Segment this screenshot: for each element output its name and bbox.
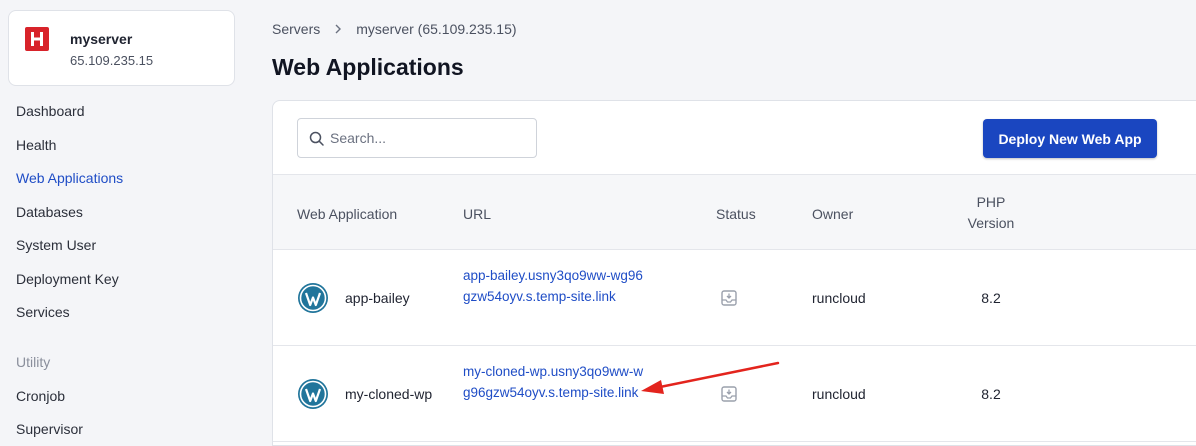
deploy-new-web-app-button[interactable]: Deploy New Web App bbox=[983, 119, 1157, 158]
table-row[interactable]: app-bailey app-bailey.usny3qo9ww-wg96gzw… bbox=[273, 250, 1196, 346]
app-url-link[interactable]: app-bailey.usny3qo9ww-wg96gzw54oyv.s.tem… bbox=[463, 266, 648, 307]
table-header: Web Application URL Status Owner PHP Ver… bbox=[273, 174, 1196, 250]
web-apps-panel: Deploy New Web App Web Application URL S… bbox=[272, 100, 1196, 446]
header-php-line1: PHP bbox=[976, 194, 1006, 210]
server-ip: 65.109.235.15 bbox=[70, 53, 154, 68]
wordpress-icon bbox=[298, 379, 328, 409]
app-owner: runcloud bbox=[812, 290, 866, 306]
wordpress-icon bbox=[298, 283, 328, 313]
search-icon bbox=[309, 131, 324, 146]
sidebar-item-web-applications[interactable]: Web Applications bbox=[16, 170, 123, 186]
status-icon bbox=[721, 290, 737, 306]
sidebar-item-databases[interactable]: Databases bbox=[16, 204, 83, 220]
app-php-version: 8.2 bbox=[981, 386, 1001, 402]
search-input[interactable] bbox=[330, 120, 530, 156]
header-php-line2: Version bbox=[967, 215, 1015, 231]
sidebar-item-dashboard[interactable]: Dashboard bbox=[16, 103, 85, 119]
server-logo-icon bbox=[25, 27, 49, 51]
status-icon bbox=[721, 386, 737, 402]
header-owner[interactable]: Owner bbox=[812, 206, 853, 222]
app-name[interactable]: app-bailey bbox=[345, 290, 410, 306]
sidebar-item-deployment-key[interactable]: Deployment Key bbox=[16, 271, 119, 287]
page-title: Web Applications bbox=[272, 54, 464, 80]
app-name[interactable]: my-cloned-wp bbox=[345, 386, 432, 402]
breadcrumb: Servers myserver (65.109.235.15) bbox=[272, 21, 517, 37]
sidebar-item-health[interactable]: Health bbox=[16, 137, 56, 153]
header-php-version[interactable]: PHP Version bbox=[953, 194, 1029, 231]
sidebar-item-system-user[interactable]: System User bbox=[16, 237, 96, 253]
sidebar-item-supervisor[interactable]: Supervisor bbox=[16, 421, 83, 437]
app-php-version: 8.2 bbox=[981, 290, 1001, 306]
search-box[interactable] bbox=[297, 118, 537, 158]
table-row[interactable]: my-cloned-wp my-cloned-wp.usny3qo9ww-wg9… bbox=[273, 346, 1196, 442]
sidebar-item-cronjob[interactable]: Cronjob bbox=[16, 388, 65, 404]
chevron-right-icon bbox=[334, 21, 342, 37]
server-card[interactable]: myserver 65.109.235.15 bbox=[8, 10, 235, 86]
app-url-link[interactable]: my-cloned-wp.usny3qo9ww-wg96gzw54oyv.s.t… bbox=[463, 362, 648, 403]
app-owner: runcloud bbox=[812, 386, 866, 402]
breadcrumb-servers-link[interactable]: Servers bbox=[272, 21, 320, 37]
sidebar-item-services[interactable]: Services bbox=[16, 304, 70, 320]
sidebar-section-utility: Utility bbox=[16, 354, 51, 370]
sidebar: myserver 65.109.235.15 Dashboard Health … bbox=[0, 0, 248, 446]
header-web-application[interactable]: Web Application bbox=[297, 206, 397, 222]
breadcrumb-current: myserver (65.109.235.15) bbox=[356, 21, 517, 37]
server-name: myserver bbox=[70, 31, 133, 47]
header-url[interactable]: URL bbox=[463, 206, 491, 222]
header-status[interactable]: Status bbox=[716, 206, 756, 222]
